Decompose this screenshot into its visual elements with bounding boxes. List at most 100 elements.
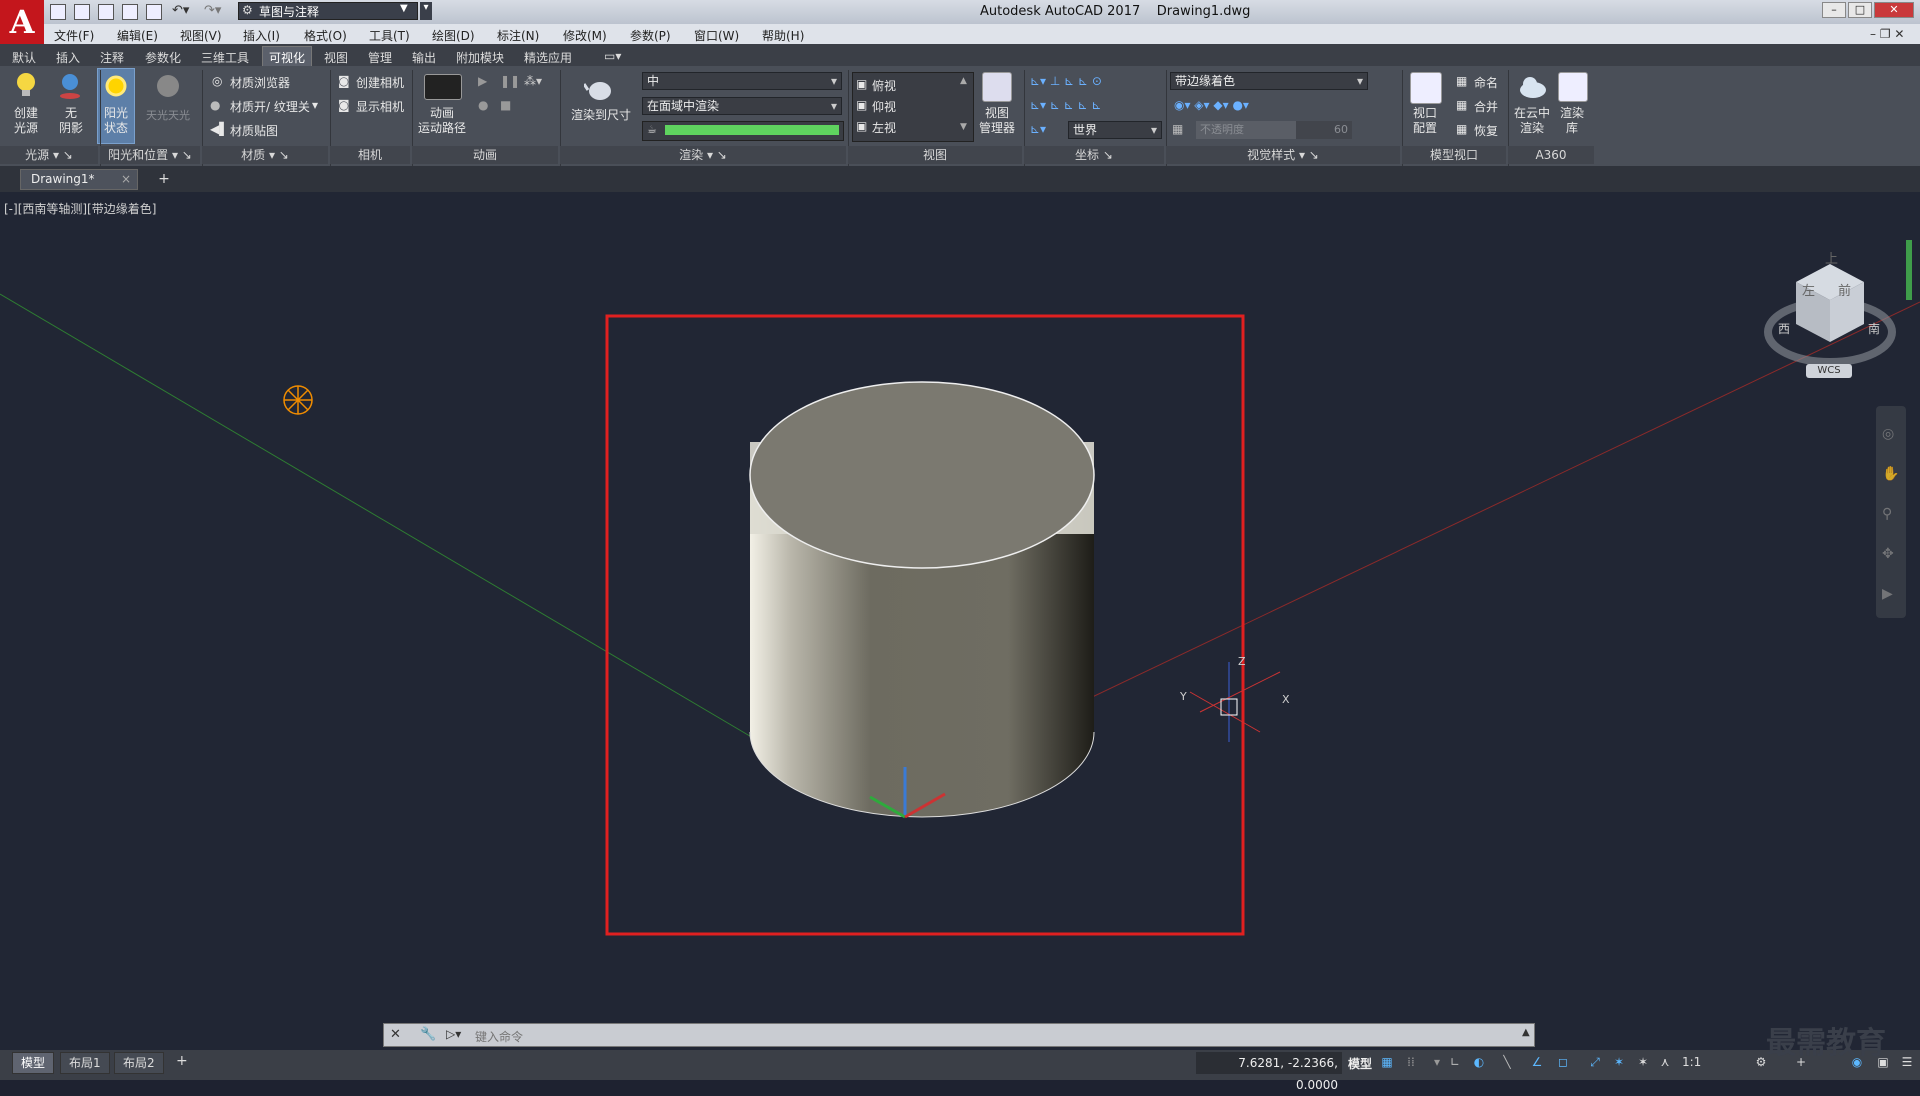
tab-view[interactable]: 视图 bbox=[320, 49, 352, 66]
ucs-icon[interactable]: ⊾▾ ⊥ ⊾ ⊾ ⊙ bbox=[1030, 74, 1102, 88]
orbit-icon[interactable]: ✥ bbox=[1882, 546, 1894, 562]
render-gallery-label[interactable]: 渲染 库 bbox=[1552, 106, 1592, 136]
menu-insert[interactable]: 插入(I) bbox=[243, 27, 280, 44]
wcs-menu[interactable]: WCS bbox=[1806, 364, 1852, 378]
layout-tab-model[interactable]: 模型 bbox=[12, 1052, 55, 1074]
view-list[interactable] bbox=[852, 72, 974, 142]
motion-path-label[interactable]: 动画 运动路径 bbox=[414, 106, 470, 136]
tab-default[interactable]: 默认 bbox=[8, 49, 40, 66]
menu-format[interactable]: 格式(O) bbox=[304, 27, 347, 44]
light-bulb-icon[interactable] bbox=[14, 70, 38, 100]
redo-icon[interactable]: ↷▾ bbox=[204, 3, 221, 18]
tab-3d-tools[interactable]: 三维工具 bbox=[197, 49, 253, 66]
cloud-render-icon[interactable] bbox=[1518, 74, 1548, 100]
annotation-scale-icon[interactable]: ✶ bbox=[1636, 1055, 1650, 1069]
viewcube-top-label[interactable]: 上 bbox=[1825, 248, 1838, 267]
panel-title-model-viewports[interactable]: 模型视口 bbox=[1402, 146, 1506, 164]
panel-title-visual-styles[interactable]: 视觉样式 ▾ ↘ bbox=[1166, 146, 1400, 164]
file-tab-drawing1[interactable]: Drawing1* × bbox=[20, 169, 138, 190]
showmotion-icon[interactable]: ▶ bbox=[1882, 586, 1893, 602]
menu-help[interactable]: 帮助(H) bbox=[762, 27, 804, 44]
wrench-icon[interactable]: 🔧 bbox=[420, 1027, 436, 1042]
walk-icon[interactable]: ⁂▾ bbox=[524, 74, 542, 88]
panel-title-lights[interactable]: 光源 ▾ ↘ bbox=[0, 146, 98, 164]
chevron-down-icon[interactable]: ▾ bbox=[312, 98, 318, 112]
panel-title-sun-location[interactable]: 阳光和位置 ▾ ↘ bbox=[100, 146, 200, 164]
grid-icon[interactable]: ▦ bbox=[1380, 1055, 1394, 1069]
isodraft-icon[interactable]: ╲ bbox=[1500, 1055, 1514, 1069]
close-icon[interactable]: ✕ bbox=[390, 1027, 401, 1042]
tab-annotate[interactable]: 注释 bbox=[96, 49, 128, 66]
steering-wheel-icon[interactable]: ◎ bbox=[1882, 426, 1894, 442]
viewport-restore-button[interactable]: 恢复 bbox=[1474, 122, 1498, 139]
command-input[interactable] bbox=[475, 1028, 1475, 1046]
new-tab-button[interactable]: + bbox=[154, 171, 174, 187]
doc-window-controls[interactable]: – ❐ ✕ bbox=[1870, 27, 1904, 41]
chevron-down-icon[interactable]: ▼ bbox=[400, 3, 408, 14]
visual-style-dropdown[interactable]: 带边缘着色 bbox=[1170, 72, 1368, 90]
close-icon[interactable]: × bbox=[121, 170, 131, 189]
viewcube-left-label[interactable]: 左 bbox=[1802, 280, 1815, 299]
snap-tracking-icon[interactable]: ◻ bbox=[1556, 1055, 1570, 1069]
shadow-label[interactable]: 无 阴影 bbox=[54, 106, 88, 136]
close-button[interactable]: ✕ bbox=[1874, 2, 1914, 18]
viewport-config-label[interactable]: 视口 配置 bbox=[1404, 106, 1446, 136]
create-light-label[interactable]: 创建 光源 bbox=[8, 106, 44, 136]
add-layout-button[interactable]: + bbox=[176, 1053, 188, 1069]
save-icon[interactable] bbox=[98, 4, 114, 20]
layout-tab-layout2[interactable]: 布局2 bbox=[114, 1052, 164, 1074]
model-space-button[interactable]: 模型 bbox=[1348, 1055, 1372, 1072]
menu-parametric[interactable]: 参数(P) bbox=[630, 27, 671, 44]
new-file-icon[interactable] bbox=[50, 4, 66, 20]
scroll-down-icon[interactable]: ▼ bbox=[960, 122, 967, 132]
menu-tools[interactable]: 工具(T) bbox=[369, 27, 410, 44]
teapot-icon[interactable] bbox=[582, 76, 616, 102]
sky-icon[interactable] bbox=[154, 74, 182, 98]
snap-icon[interactable]: ⁞⁞ bbox=[1404, 1055, 1418, 1069]
shadow-icon[interactable] bbox=[58, 72, 82, 100]
material-toggle-button[interactable]: 材质开/ 纹理关 bbox=[230, 98, 310, 115]
pan-icon[interactable]: ✋ bbox=[1882, 466, 1899, 482]
menu-window[interactable]: 窗口(W) bbox=[694, 27, 739, 44]
open-file-icon[interactable] bbox=[74, 4, 90, 20]
pause-icon[interactable]: ❚❚ bbox=[500, 74, 520, 88]
panel-title-materials[interactable]: 材质 ▾ ↘ bbox=[202, 146, 328, 164]
print-icon[interactable] bbox=[146, 4, 162, 20]
minimize-button[interactable]: – bbox=[1822, 2, 1846, 18]
material-browser-button[interactable]: 材质浏览器 bbox=[230, 74, 290, 91]
dynamic-ucs-icon[interactable]: ⤢ bbox=[1588, 1055, 1602, 1069]
film-strip-icon[interactable] bbox=[424, 74, 462, 100]
view-manager-label[interactable]: 视图 管理器 bbox=[974, 106, 1020, 136]
menu-view[interactable]: 视图(V) bbox=[180, 27, 222, 44]
viewport-name-button[interactable]: 命名 bbox=[1474, 74, 1498, 91]
coordinate-readout[interactable]: 7.6281, -2.2366, 0.0000 bbox=[1196, 1052, 1342, 1092]
viewcube-front-label[interactable]: 前 bbox=[1838, 280, 1851, 299]
viewport-controls-label[interactable]: [-][西南等轴测][带边缘着色] bbox=[4, 200, 156, 217]
layout-tab-layout1[interactable]: 布局1 bbox=[60, 1052, 110, 1074]
view-top[interactable]: 俯视 bbox=[872, 77, 896, 94]
undo-icon[interactable]: ↶▾ bbox=[172, 3, 189, 18]
command-history-icon[interactable]: ▲ bbox=[1522, 1027, 1530, 1038]
quick-access-more-icon[interactable]: ▾ bbox=[420, 2, 432, 20]
tab-manage[interactable]: 管理 bbox=[364, 49, 396, 66]
customize-menu-icon[interactable]: ☰ bbox=[1900, 1055, 1914, 1069]
ucs-world-dropdown[interactable]: 世界 bbox=[1068, 121, 1162, 139]
view-bottom[interactable]: 仰视 bbox=[872, 98, 896, 115]
render-target-dropdown[interactable]: 在面域中渲染 bbox=[642, 97, 842, 115]
scroll-up-icon[interactable]: ▲ bbox=[960, 76, 967, 86]
material-mapping-button[interactable]: 材质贴图 bbox=[230, 122, 278, 139]
ucs-tools-icon[interactable]: ⊾▾ ⊾ ⊾ ⊾ ⊾ bbox=[1030, 98, 1102, 112]
viewport-config-icon[interactable] bbox=[1410, 72, 1442, 104]
stop-icon[interactable]: ■ bbox=[500, 98, 511, 112]
scale-selector[interactable]: 1:1 bbox=[1682, 1055, 1701, 1069]
render-quality-dropdown[interactable]: 中 bbox=[642, 72, 842, 90]
zoom-icon[interactable]: ⚲ bbox=[1882, 506, 1892, 522]
viewcube-west-label[interactable]: 西 bbox=[1778, 320, 1790, 337]
panel-title-render[interactable]: 渲染 ▾ ↘ bbox=[560, 146, 846, 164]
panel-title-view[interactable]: 视图 bbox=[848, 146, 1022, 164]
panel-expand-icon[interactable]: ↘ bbox=[63, 148, 73, 162]
cloud-render-label[interactable]: 在云中 渲染 bbox=[1510, 106, 1554, 136]
show-camera-button[interactable]: 显示相机 bbox=[356, 98, 404, 115]
menu-edit[interactable]: 编辑(E) bbox=[117, 27, 158, 44]
panel-title-animation[interactable]: 动画 bbox=[412, 146, 558, 164]
